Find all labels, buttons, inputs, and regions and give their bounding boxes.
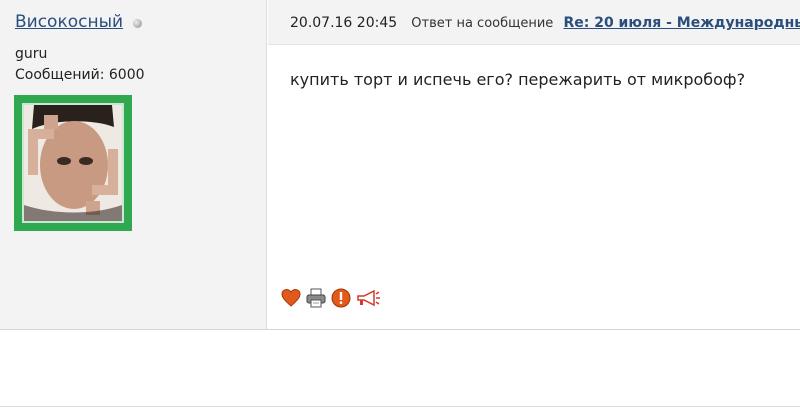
author-post-count: Сообщений: 6000: [15, 67, 145, 83]
forum-post: Високосный guru Сообщений: 6000 20.07.16…: [0, 0, 800, 330]
offline-status-icon: [133, 18, 143, 28]
megaphone-icon[interactable]: [355, 287, 381, 309]
reply-to-link[interactable]: Re: 20 июля - Международный: [563, 15, 800, 31]
separator-line: [0, 406, 800, 407]
post-count-value: 6000: [108, 67, 145, 83]
avatar[interactable]: [14, 95, 132, 231]
post-date: 20.07.16 20:45: [290, 15, 398, 31]
author-panel: Високосный guru Сообщений: 6000: [0, 0, 267, 329]
post-count-label: Сообщений:: [15, 67, 105, 83]
avatar-photo-icon: [24, 105, 122, 221]
post-message: купить торт и испечь его? пережарить от …: [290, 70, 746, 89]
post-actions: [280, 287, 381, 309]
avatar-image: [22, 103, 124, 223]
author-name-link[interactable]: Високосный: [15, 12, 123, 32]
author-rank: guru: [15, 46, 48, 62]
post-header: 20.07.16 20:45 Ответ на сообщение Re: 20…: [268, 0, 800, 45]
author-name-row: Високосный: [15, 12, 143, 32]
reply-to-label: Ответ на сообщение: [411, 16, 554, 31]
warning-icon[interactable]: [330, 287, 352, 309]
print-icon[interactable]: [305, 287, 327, 309]
heart-icon[interactable]: [280, 287, 302, 309]
post-header-text: 20.07.16 20:45 Ответ на сообщение Re: 20…: [290, 15, 800, 31]
